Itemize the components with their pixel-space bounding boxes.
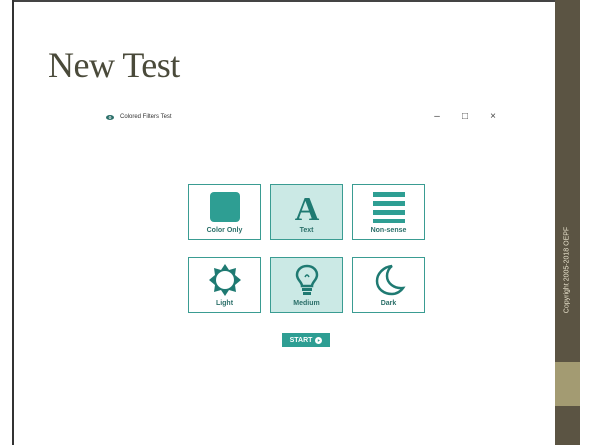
maximize-button[interactable]: □ bbox=[460, 111, 470, 122]
close-button[interactable]: × bbox=[488, 111, 498, 122]
minimize-button[interactable]: – bbox=[432, 111, 442, 122]
tile-dark[interactable]: Dark bbox=[352, 257, 425, 313]
start-button[interactable]: START bbox=[282, 333, 330, 347]
tile-label: Light bbox=[215, 300, 234, 307]
presentation-slide: New Test Copyright 2005-2018 OEPF Colore… bbox=[0, 0, 600, 445]
copyright-text: Copyright 2005-2018 OEPF bbox=[563, 226, 571, 314]
tile-label: Dark bbox=[380, 300, 397, 307]
letter-a-icon: A bbox=[294, 191, 319, 224]
sun-icon bbox=[208, 264, 241, 296]
tile-color-only[interactable]: Color Only bbox=[188, 184, 261, 240]
play-circle-icon bbox=[315, 336, 323, 344]
lightbulb-icon bbox=[295, 264, 318, 295]
tile-label: Non-sense bbox=[370, 227, 407, 234]
slide-title: New Test bbox=[48, 45, 180, 85]
window-controls: – □ × bbox=[432, 111, 498, 122]
sidebar-accent-block bbox=[555, 362, 580, 406]
tile-label: Text bbox=[299, 227, 314, 234]
filter-tile-grid: Color Only A Text Non-sense Light Medium… bbox=[188, 184, 428, 318]
eye-icon bbox=[106, 114, 114, 120]
moon-icon bbox=[375, 264, 406, 296]
svg-text:A: A bbox=[294, 191, 319, 224]
tile-label: Medium bbox=[293, 300, 320, 307]
square-icon bbox=[209, 192, 240, 222]
start-button-label: START bbox=[289, 336, 313, 344]
tile-text[interactable]: A Text bbox=[270, 184, 343, 240]
tile-label: Color Only bbox=[206, 227, 243, 234]
tile-medium[interactable]: Medium bbox=[270, 257, 343, 313]
window-title-bar: Colored Filters Test bbox=[106, 114, 172, 120]
lines-icon bbox=[372, 192, 405, 223]
tile-light[interactable]: Light bbox=[188, 257, 261, 313]
window-title: Colored Filters Test bbox=[120, 114, 172, 120]
slide-left-border bbox=[12, 0, 14, 445]
tile-non-sense[interactable]: Non-sense bbox=[352, 184, 425, 240]
slide-top-border bbox=[12, 0, 580, 2]
